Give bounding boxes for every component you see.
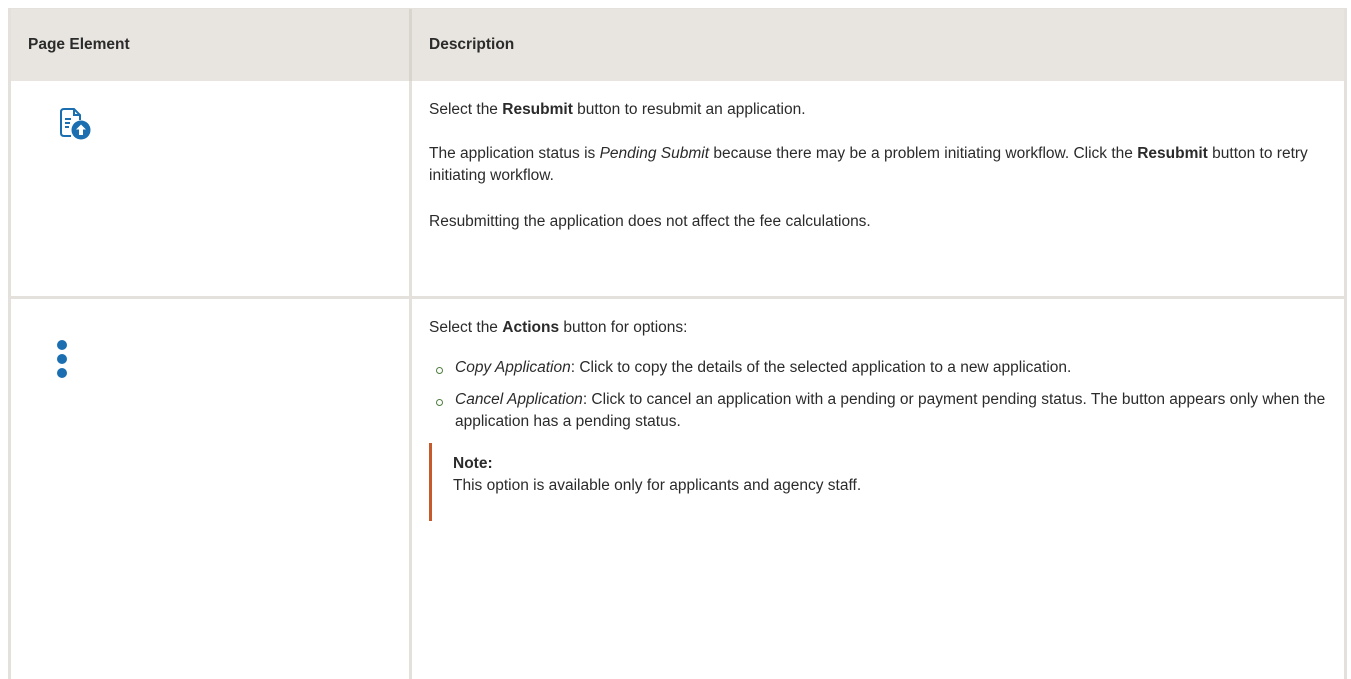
- fee-calculation-text: Resubmitting the application does not af…: [429, 213, 871, 230]
- table-header-row: Page Element Description: [11, 8, 1344, 81]
- header-page-element: Page Element: [11, 9, 412, 81]
- header-description: Description: [429, 36, 515, 53]
- page-element-cell: [11, 299, 412, 679]
- page-elements-table: Page Element Description Select the Resu…: [8, 8, 1347, 679]
- description-cell: Select the Actions button for options: C…: [412, 299, 1344, 679]
- table-row: Select the Actions button for options: C…: [11, 299, 1344, 679]
- actions-options-list: Copy Application: Click to copy the deta…: [429, 357, 1334, 433]
- resubmit-intro-text: Select the Resubmit button to resubmit a…: [429, 101, 806, 118]
- note-text: This option is available only for applic…: [453, 477, 862, 494]
- bullet-icon: [436, 399, 443, 406]
- list-item: Copy Application: Click to copy the deta…: [429, 357, 1334, 379]
- list-item: Cancel Application: Click to cancel an a…: [429, 389, 1334, 433]
- note-title: Note:: [453, 455, 493, 472]
- resubmit-document-upload-icon: [57, 106, 93, 147]
- actions-intro-text: Select the Actions button for options:: [429, 319, 688, 336]
- description-cell: Select the Resubmit button to resubmit a…: [412, 81, 1344, 296]
- vertical-dots-actions-icon: [55, 339, 69, 384]
- note-box: Note: This option is available only for …: [429, 443, 1334, 521]
- bullet-icon: [436, 367, 443, 374]
- table-row: Select the Resubmit button to resubmit a…: [11, 81, 1344, 299]
- page-element-cell: [11, 81, 412, 296]
- pending-submit-text: The application status is Pending Submit…: [429, 145, 1308, 184]
